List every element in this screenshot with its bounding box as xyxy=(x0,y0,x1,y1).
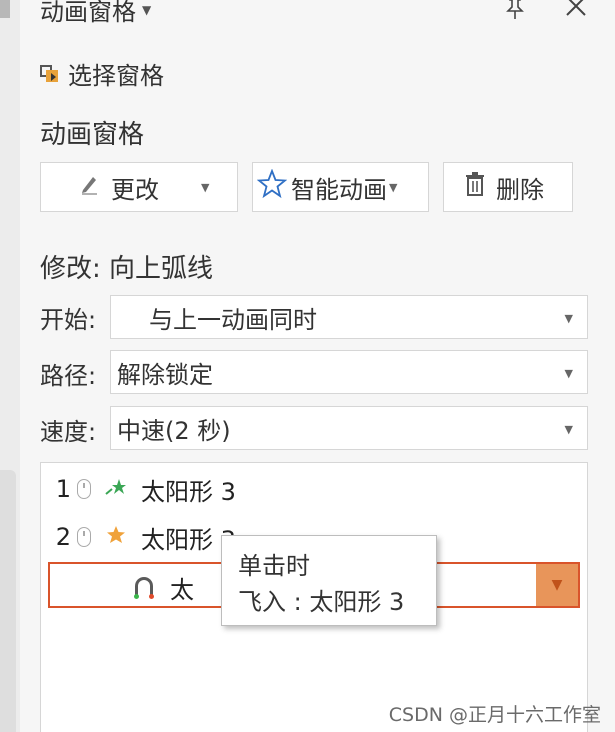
left-edge-tick xyxy=(0,0,10,18)
selection-pane-button[interactable]: 选择窗格 xyxy=(40,56,164,91)
mouse-click-icon xyxy=(77,527,91,547)
section-title: 动画窗格 xyxy=(40,120,145,150)
chevron-down-icon: ▼ xyxy=(142,2,152,17)
chevron-down-icon: ▼ xyxy=(564,423,573,436)
fly-in-effect-icon xyxy=(105,477,129,502)
close-icon[interactable] xyxy=(564,0,588,24)
pencil-icon xyxy=(79,173,101,201)
trash-icon xyxy=(464,171,486,203)
emphasis-effect-icon xyxy=(105,525,129,550)
left-edge-strip xyxy=(0,0,20,732)
start-value: 与上一动画同时 xyxy=(149,305,317,334)
chevron-down-icon: ▼ xyxy=(564,367,573,380)
modify-title: 修改: 向上弧线 xyxy=(40,254,214,284)
chevron-down-icon: ▼ xyxy=(564,312,573,325)
watermark: CSDN @正月十六工作室 xyxy=(388,704,601,726)
chevron-down-icon: ▼ xyxy=(389,180,398,194)
pane-title-menu[interactable]: 动画窗格 ▼ xyxy=(40,0,151,27)
animation-pane: 动画窗格 ▼ 选择窗格 动画窗格 更改 ▼ 智能动画 ▼ 删除 修改: 向上弧线… xyxy=(20,0,615,732)
change-label: 更改 xyxy=(111,175,159,204)
speed-label: 速度: xyxy=(40,418,97,446)
item-tooltip: 单击时 飞入 : 太阳形 3 xyxy=(221,535,437,626)
selection-pane-label: 选择窗格 xyxy=(68,62,164,90)
path-select[interactable]: 解除锁定 ▼ xyxy=(110,350,588,394)
item-dropdown-button[interactable]: ▼ xyxy=(536,564,578,606)
star-icon xyxy=(256,168,288,205)
mouse-click-icon xyxy=(77,479,91,499)
list-item[interactable]: 1 太阳形 3 xyxy=(41,469,587,509)
tooltip-trigger: 单击时 xyxy=(238,552,310,580)
arc-up-path-icon xyxy=(134,577,154,599)
left-scrollbar[interactable] xyxy=(0,470,16,732)
speed-value: 中速(2 秒) xyxy=(117,416,231,445)
item-name: 太阳形 3 xyxy=(141,477,236,506)
tooltip-effect: 飞入 : 太阳形 3 xyxy=(238,588,405,616)
selection-pane-icon xyxy=(40,64,60,83)
change-button[interactable]: 更改 ▼ xyxy=(40,162,238,212)
start-label: 开始: xyxy=(40,306,97,334)
speed-select[interactable]: 中速(2 秒) ▼ xyxy=(110,406,588,450)
delete-button[interactable]: 删除 xyxy=(443,162,573,212)
pin-icon[interactable] xyxy=(502,0,528,26)
item-number: 2 xyxy=(55,523,71,551)
pane-title: 动画窗格 xyxy=(40,0,136,26)
chevron-down-icon: ▼ xyxy=(201,180,210,194)
start-select[interactable]: 与上一动画同时 ▼ xyxy=(110,295,588,339)
smart-animation-label: 智能动画 xyxy=(291,175,387,204)
path-value: 解除锁定 xyxy=(117,360,213,389)
smart-animation-button[interactable]: 智能动画 ▼ xyxy=(252,162,429,212)
item-number: 1 xyxy=(55,475,71,503)
path-label: 路径: xyxy=(40,362,97,390)
selected-item-name: 太 xyxy=(170,576,194,604)
delete-label: 删除 xyxy=(496,175,544,204)
